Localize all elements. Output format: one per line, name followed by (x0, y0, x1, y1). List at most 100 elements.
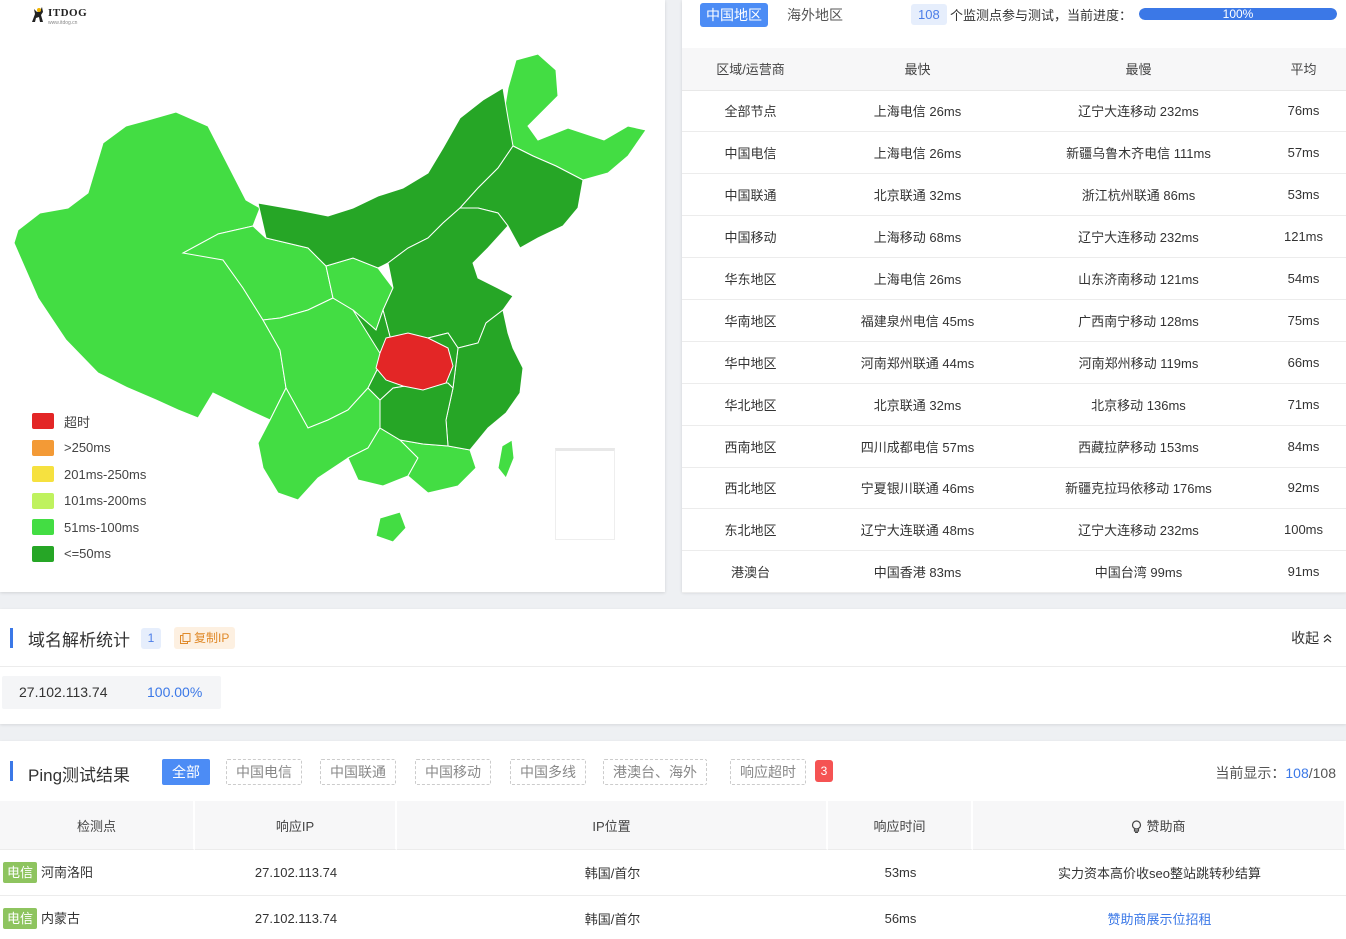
ping-sponsor-link[interactable]: 赞助商展示位招租 (973, 896, 1346, 939)
summary-region: 华东地区 (682, 257, 819, 300)
dog-logo-icon (32, 7, 43, 22)
legend-swatch (32, 439, 54, 456)
summary-fastest: 北京联通 32ms (819, 173, 1016, 217)
summary-row: 华中地区 河南郑州联通 44ms 河南郑州移动 119ms 66ms (682, 341, 1346, 384)
summary-average: 71ms (1261, 383, 1346, 426)
isp-tag: 电信 (3, 862, 38, 883)
filter-mobile[interactable]: 中国移动 (415, 759, 491, 785)
ping-title: Ping测试结果 (28, 766, 131, 785)
summary-row: 中国电信 上海电信 26ms 新疆乌鲁木齐电信 111ms 57ms (682, 131, 1346, 175)
summary-fastest: 河南郑州联通 44ms (819, 341, 1016, 384)
summary-row: 西北地区 宁夏银川联通 46ms 新疆克拉玛依移动 176ms 92ms (682, 467, 1346, 510)
ping-ip: 27.102.113.74 (195, 850, 397, 896)
south-china-sea-inset (555, 448, 615, 540)
summary-slowest: 新疆克拉玛依移动 176ms (1016, 467, 1261, 510)
summary-fastest: 福建泉州电信 45ms (819, 299, 1016, 342)
col-header-response-time[interactable]: 响应时间 (828, 801, 973, 850)
resolved-ip-chip[interactable]: 27.102.113.74 100.00% (2, 676, 221, 709)
summary-row: 华北地区 北京联通 32ms 北京移动 136ms 71ms (682, 383, 1346, 426)
sponsor-link[interactable]: 赞助商展示位招租 (1107, 912, 1211, 927)
summary-row: 港澳台 中国香港 83ms 中国台湾 99ms 91ms (682, 550, 1346, 594)
summary-fastest: 四川成都电信 57ms (819, 425, 1016, 468)
map-region-hainan[interactable] (375, 511, 407, 543)
copy-ip-button[interactable]: 复制IP (174, 627, 236, 649)
dns-header: 域名解析统计 1 复制IP 收起 (0, 609, 1346, 667)
filter-timeout[interactable]: 响应超时 (730, 759, 806, 785)
summary-row: 华南地区 福建泉州电信 45ms 广西南宁移动 128ms 75ms (682, 299, 1346, 342)
legend-item-under-50[interactable]: <=50ms (32, 541, 146, 568)
summary-row: 全部节点 上海电信 26ms 辽宁大连移动 232ms 76ms (682, 90, 1346, 133)
summary-row: 中国联通 北京联通 32ms 浙江杭州联通 86ms 53ms (682, 173, 1346, 217)
summary-slowest: 辽宁大连移动 232ms (1016, 508, 1261, 552)
tab-china-region[interactable]: 中国地区 (700, 3, 768, 27)
itdog-logo[interactable]: ITDOG www.itdog.cn (30, 4, 100, 26)
summary-region: 全部节点 (682, 90, 819, 133)
summary-average: 100ms (1261, 508, 1346, 552)
summary-col-header: 平均 (1261, 48, 1346, 91)
ping-results-panel: Ping测试结果 全部 中国电信 中国联通 中国移动 中国多线 港澳台、海外 响… (0, 741, 1346, 939)
node-count-badge: 108 (911, 4, 947, 25)
summary-region: 西南地区 (682, 425, 819, 468)
legend-swatch (32, 519, 54, 536)
ping-time: 53ms (828, 850, 973, 896)
summary-slowest: 北京移动 136ms (1016, 383, 1261, 426)
summary-fastest: 北京联通 32ms (819, 383, 1016, 426)
bulb-icon (1132, 819, 1142, 833)
summary-row: 华东地区 上海电信 26ms 山东济南移动 121ms 54ms (682, 257, 1346, 300)
summary-slowest: 中国台湾 99ms (1016, 550, 1261, 594)
summary-average: 121ms (1261, 215, 1346, 259)
node-name: 内蒙古 (41, 911, 81, 926)
ping-row: 电信 河南洛阳 27.102.113.74 韩国/首尔 53ms 实力资本高价收s… (0, 850, 1346, 896)
collapse-label: 收起 (1291, 630, 1320, 646)
legend-label: <=50ms (64, 546, 111, 562)
map-region-taiwan[interactable] (497, 439, 515, 479)
summary-average: 91ms (1261, 550, 1346, 594)
filter-unicom[interactable]: 中国联通 (320, 759, 396, 785)
summary-region: 华南地区 (682, 299, 819, 342)
summary-slowest: 辽宁大连移动 232ms (1016, 90, 1261, 133)
summary-col-header: 最慢 (1016, 48, 1261, 91)
summary-average: 57ms (1261, 131, 1346, 175)
dns-count-badge: 1 (141, 628, 161, 649)
summary-region: 中国电信 (682, 131, 819, 175)
filter-telecom[interactable]: 中国电信 (226, 759, 302, 785)
summary-region: 华中地区 (682, 341, 819, 384)
logo-url: www.itdog.cn (48, 20, 78, 26)
summary-col-header: 区域/运营商 (682, 48, 819, 91)
legend-label: >250ms (64, 440, 111, 456)
col-header-node[interactable]: 检测点 (0, 801, 195, 850)
current-display: 当前显示：108/108 (1215, 763, 1336, 783)
col-header-sponsor[interactable]: 赞助商 (973, 801, 1346, 850)
filter-multiline[interactable]: 中国多线 (510, 759, 586, 785)
summary-region: 中国移动 (682, 215, 819, 259)
tab-overseas-region[interactable]: 海外地区 (781, 3, 849, 27)
legend-item-over-250[interactable]: >250ms (32, 435, 146, 462)
filter-all[interactable]: 全部 (162, 759, 210, 785)
legend-item-timeout[interactable]: 超时 (32, 408, 146, 435)
ping-ip: 27.102.113.74 (195, 896, 397, 939)
col-header-response-ip[interactable]: 响应IP (195, 801, 397, 850)
filter-hk-overseas[interactable]: 港澳台、海外 (603, 759, 707, 785)
ping-table: 检测点 响应IP IP位置 响应时间 赞助商 电信 河南洛阳 27.102.113… (0, 801, 1346, 939)
summary-slowest: 河南郑州移动 119ms (1016, 341, 1261, 384)
summary-fastest: 上海电信 26ms (819, 90, 1016, 133)
timeout-count-badge: 3 (815, 760, 833, 782)
legend-item-101-200[interactable]: 101ms-200ms (32, 488, 146, 515)
legend-item-51-100[interactable]: 51ms-100ms (32, 514, 146, 541)
summary-average: 54ms (1261, 257, 1346, 300)
summary-row: 中国移动 上海移动 68ms 辽宁大连移动 232ms 121ms (682, 215, 1346, 259)
map-legend: 超时 >250ms 201ms-250ms 101ms-200ms 51ms-1… (32, 408, 146, 567)
summary-slowest: 辽宁大连移动 232ms (1016, 215, 1261, 259)
legend-item-201-250[interactable]: 201ms-250ms (32, 461, 146, 488)
current-display-label: 当前显示： (1215, 765, 1286, 781)
summary-slowest: 广西南宁移动 128ms (1016, 299, 1261, 342)
summary-average: 75ms (1261, 299, 1346, 342)
summary-fastest: 宁夏银川联通 46ms (819, 467, 1016, 510)
summary-region: 港澳台 (682, 550, 819, 594)
collapse-button[interactable]: 收起 (1291, 628, 1332, 648)
logo-brand: ITDOG (48, 7, 88, 19)
summary-fastest: 上海电信 26ms (819, 257, 1016, 300)
ping-sponsor: 实力资本高价收seo整站跳转秒结算 (973, 850, 1346, 896)
current-total-count: /108 (1308, 765, 1336, 781)
col-header-ip-location[interactable]: IP位置 (397, 801, 828, 850)
